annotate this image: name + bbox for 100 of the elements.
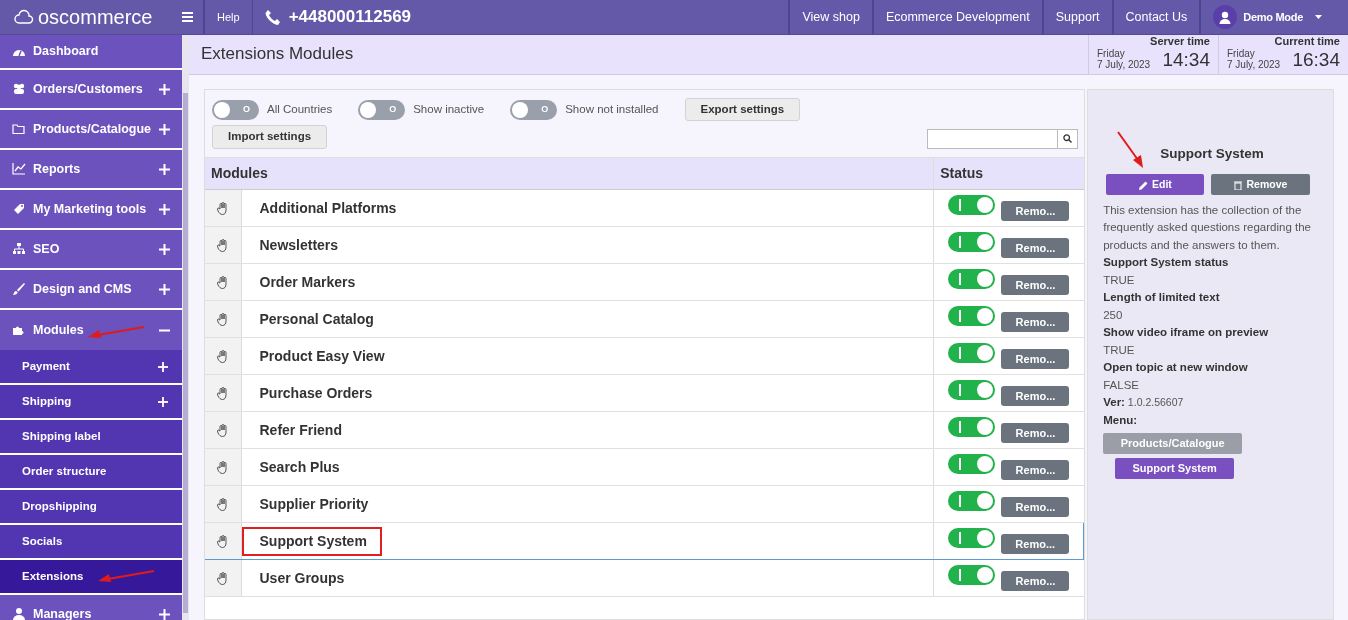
user-menu[interactable]: Demo Mode bbox=[1243, 8, 1303, 26]
remove-button[interactable]: Remo... bbox=[1001, 312, 1070, 333]
module-name[interactable]: Refer Friend bbox=[241, 415, 360, 445]
status-toggle[interactable] bbox=[948, 342, 996, 363]
remove-button[interactable]: Remo... bbox=[1001, 534, 1070, 555]
module-name[interactable]: Product Easy View bbox=[241, 341, 403, 371]
clock-day: Friday bbox=[1227, 48, 1281, 59]
sidebar-subitem[interactable]: Socials bbox=[0, 525, 182, 560]
settings-button[interactable]: Export settings bbox=[684, 98, 801, 122]
drag-handle-icon bbox=[217, 276, 229, 290]
status-toggle[interactable] bbox=[948, 194, 996, 215]
nav-link[interactable]: Contact Us bbox=[1125, 7, 1188, 27]
plus-icon bbox=[159, 83, 170, 95]
help-link[interactable]: Help bbox=[217, 8, 240, 26]
annotation-arrow bbox=[98, 570, 155, 582]
drag-handle-icon bbox=[217, 498, 229, 512]
user-icon bbox=[12, 607, 26, 620]
field-value: TRUE bbox=[1103, 342, 1136, 358]
plus-icon bbox=[159, 163, 170, 175]
remove-button[interactable]: Remo... bbox=[1001, 201, 1070, 222]
clock-date: 7 July, 2023 bbox=[1097, 59, 1151, 70]
drag-handle-icon bbox=[217, 424, 229, 438]
status-toggle[interactable] bbox=[948, 379, 996, 400]
search-field[interactable] bbox=[927, 128, 1059, 149]
sidebar-subitem[interactable]: Extensions bbox=[0, 560, 182, 595]
clock-date: 7 July, 2023 bbox=[1227, 59, 1281, 70]
pencil-icon bbox=[1139, 180, 1149, 190]
logo-text: oscommerce bbox=[38, 5, 153, 30]
sitemap-icon bbox=[12, 242, 26, 256]
plus-icon bbox=[159, 203, 170, 215]
module-name[interactable]: Supplier Priority bbox=[241, 489, 387, 519]
phone-number: +448000112569 bbox=[288, 6, 412, 29]
settings-button[interactable]: Import settings bbox=[212, 125, 328, 149]
chart-icon bbox=[12, 162, 26, 176]
drag-handle-icon bbox=[217, 313, 229, 327]
nav-link[interactable]: Support bbox=[1055, 7, 1100, 27]
caret-icon bbox=[1315, 15, 1322, 19]
clock-day: Friday bbox=[1097, 48, 1151, 59]
plus-icon bbox=[158, 361, 168, 372]
status-toggle[interactable] bbox=[948, 268, 996, 289]
remove-button[interactable]: Remo... bbox=[1001, 423, 1070, 444]
status-toggle[interactable] bbox=[948, 490, 996, 511]
status-toggle[interactable] bbox=[948, 564, 996, 585]
page-title: Extensions Modules bbox=[200, 43, 355, 66]
module-name[interactable]: User Groups bbox=[241, 563, 363, 593]
plus-icon bbox=[159, 283, 170, 295]
module-name[interactable]: Additional Platforms bbox=[241, 193, 415, 223]
module-name[interactable]: Personal Catalog bbox=[241, 304, 392, 334]
drag-handle-icon bbox=[217, 535, 229, 549]
remove-button[interactable]: Remo... bbox=[1001, 349, 1070, 370]
module-name[interactable]: Search Plus bbox=[241, 452, 358, 482]
drag-handle-icon bbox=[217, 387, 229, 401]
field-label: Length of limited text bbox=[1103, 290, 1221, 306]
clock-time: 14:34 bbox=[1162, 50, 1210, 70]
users-icon bbox=[12, 82, 26, 96]
clock-label: Server time bbox=[1149, 35, 1210, 48]
sidebar-subitem[interactable]: Order structure bbox=[0, 455, 182, 490]
module-name[interactable]: Support System bbox=[241, 526, 382, 556]
clock-time: 16:34 bbox=[1292, 50, 1340, 70]
status-toggle[interactable] bbox=[948, 527, 996, 548]
user-avatar-icon bbox=[1213, 5, 1238, 29]
status-toggle[interactable] bbox=[948, 305, 996, 326]
drag-handle-icon bbox=[217, 461, 229, 475]
remove-button[interactable]: Remo... bbox=[1001, 386, 1070, 407]
version-text: Ver: 1.0.2.56607 bbox=[1103, 395, 1185, 411]
annotation-arrow bbox=[88, 326, 145, 338]
trash-icon bbox=[1233, 180, 1242, 190]
scrollbar[interactable] bbox=[183, 93, 188, 613]
nav-link[interactable]: Ecommerce Development bbox=[885, 7, 1030, 27]
sidebar-subitem[interactable]: Shipping bbox=[0, 385, 182, 420]
filter-label: All Countries bbox=[267, 102, 333, 117]
module-name[interactable]: Newsletters bbox=[241, 230, 357, 260]
sidebar-subitem[interactable]: Shipping label bbox=[0, 420, 182, 455]
filter-label: Show not installed bbox=[565, 102, 659, 117]
status-toggle[interactable] bbox=[948, 231, 996, 252]
remove-button[interactable]: Remo... bbox=[1001, 571, 1070, 592]
module-name[interactable]: Order Markers bbox=[241, 267, 374, 297]
field-value: 250 bbox=[1103, 307, 1124, 323]
nav-link[interactable]: View shop bbox=[802, 7, 860, 27]
remove-button[interactable]: Remo... bbox=[1001, 275, 1070, 296]
drag-handle-icon bbox=[217, 350, 229, 364]
folder-icon bbox=[12, 122, 26, 136]
remove-button[interactable]: Remove bbox=[1210, 174, 1310, 196]
remove-button[interactable]: Remo... bbox=[1001, 460, 1070, 481]
sidebar-subitem[interactable]: Dropshipping bbox=[0, 490, 182, 525]
menu-path-button[interactable]: Support System bbox=[1115, 458, 1235, 480]
status-toggle[interactable] bbox=[948, 453, 996, 474]
remove-button[interactable]: Remo... bbox=[1001, 238, 1070, 259]
plus-icon bbox=[159, 243, 170, 255]
sidebar-subitem[interactable]: Payment bbox=[0, 350, 182, 385]
description-text: This extension has the collection of the frequently asked questions regarding the products and the answers to them. bbox=[1103, 202, 1312, 253]
field-label: Open topic at new window bbox=[1103, 360, 1249, 376]
cloud-logo-icon bbox=[14, 8, 34, 26]
remove-button[interactable]: Remo... bbox=[1001, 497, 1070, 518]
edit-button[interactable]: Edit bbox=[1106, 174, 1205, 196]
column-header: Status bbox=[933, 157, 1084, 190]
field-value: FALSE bbox=[1103, 377, 1140, 393]
module-name[interactable]: Purchase Orders bbox=[241, 378, 391, 408]
brush-icon bbox=[12, 282, 26, 296]
status-toggle[interactable] bbox=[948, 416, 996, 437]
